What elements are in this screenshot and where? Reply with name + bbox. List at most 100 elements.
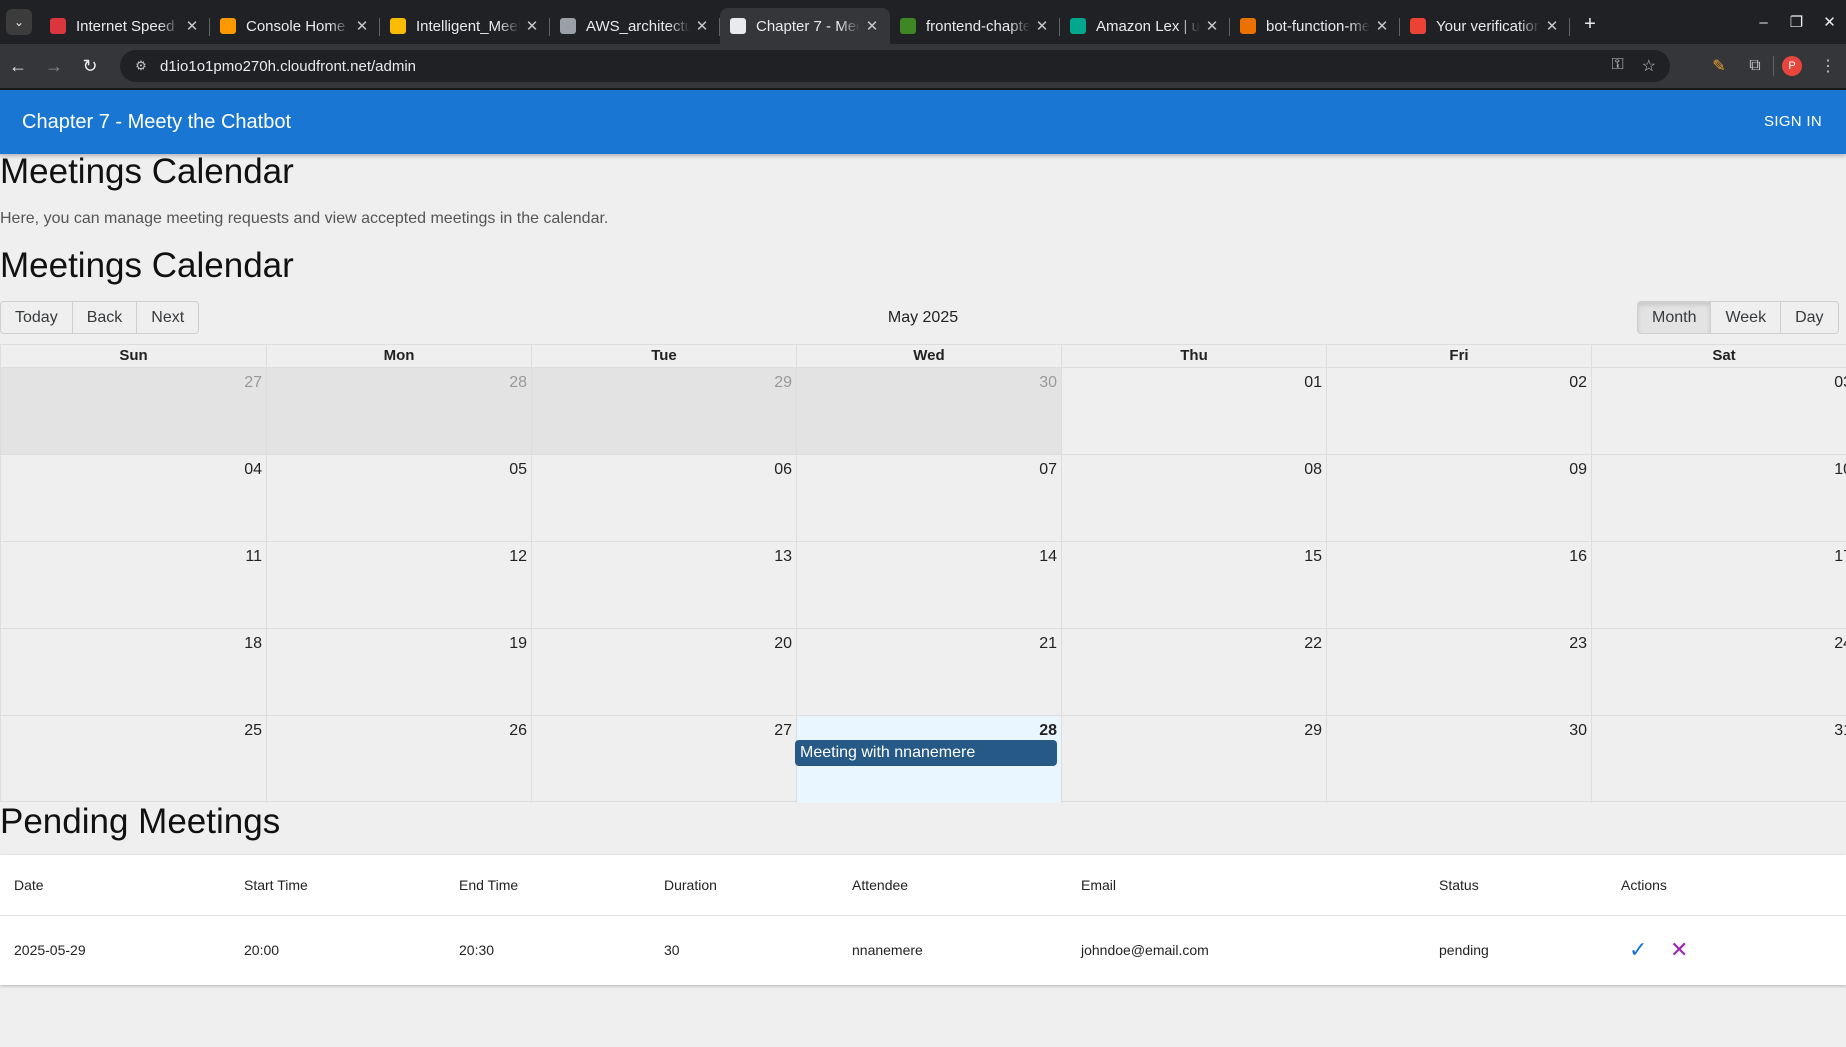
day-cell[interactable]: 20 bbox=[531, 629, 796, 715]
bookmark-star-icon[interactable]: ☆ bbox=[1642, 56, 1656, 76]
day-number[interactable]: 30 bbox=[1039, 374, 1057, 392]
day-number[interactable]: 18 bbox=[244, 635, 262, 653]
day-number[interactable]: 31 bbox=[1834, 722, 1846, 740]
forward-arrow-icon[interactable]: → bbox=[36, 56, 72, 77]
day-cell[interactable]: 05 bbox=[266, 455, 531, 541]
day-number[interactable]: 17 bbox=[1834, 548, 1846, 566]
day-cell[interactable]: 29 bbox=[1061, 716, 1326, 803]
day-cell[interactable]: 08 bbox=[1061, 455, 1326, 541]
day-cell[interactable]: 23 bbox=[1326, 629, 1591, 715]
day-cell[interactable]: 22 bbox=[1061, 629, 1326, 715]
day-cell[interactable]: 25 bbox=[1, 716, 266, 803]
profile-avatar[interactable]: P bbox=[1782, 56, 1802, 76]
day-number[interactable]: 11 bbox=[245, 548, 262, 566]
day-cell[interactable]: 12 bbox=[266, 542, 531, 628]
view-day-button[interactable]: Day bbox=[1781, 301, 1839, 334]
check-icon[interactable]: ✓ bbox=[1629, 938, 1647, 962]
day-cell[interactable]: 07 bbox=[796, 455, 1061, 541]
day-cell[interactable]: 27 bbox=[531, 716, 796, 803]
site-info-icon[interactable]: ⚙ bbox=[128, 58, 154, 74]
day-number[interactable]: 01 bbox=[1304, 374, 1322, 392]
url-text[interactable]: d1io1o1pmo270h.cloudfront.net/admin bbox=[160, 58, 416, 75]
day-number[interactable]: 04 bbox=[244, 461, 262, 479]
day-number[interactable]: 08 bbox=[1304, 461, 1322, 479]
day-number[interactable]: 12 bbox=[509, 548, 527, 566]
address-bar[interactable]: ⚙ d1io1o1pmo270h.cloudfront.net/admin ⚿ … bbox=[120, 50, 1670, 82]
day-number[interactable]: 29 bbox=[774, 374, 792, 392]
browser-tab[interactable]: Your verification ✕ bbox=[1400, 8, 1570, 44]
day-cell[interactable]: 02 bbox=[1326, 368, 1591, 454]
day-number[interactable]: 22 bbox=[1304, 635, 1322, 653]
day-number[interactable]: 24 bbox=[1834, 635, 1846, 653]
day-number[interactable]: 07 bbox=[1039, 461, 1057, 479]
day-cell[interactable]: 29 bbox=[531, 368, 796, 454]
day-number[interactable]: 05 bbox=[509, 461, 527, 479]
day-cell[interactable]: 31 bbox=[1591, 716, 1846, 803]
day-cell[interactable]: 04 bbox=[1, 455, 266, 541]
reload-icon[interactable]: ↻ bbox=[72, 56, 108, 77]
tab-close-icon[interactable]: ✕ bbox=[864, 17, 880, 35]
password-key-icon[interactable]: ⚿ bbox=[1611, 56, 1623, 76]
day-cell[interactable]: 06 bbox=[531, 455, 796, 541]
day-number[interactable]: 21 bbox=[1039, 635, 1057, 653]
maximize-icon[interactable]: ❐ bbox=[1780, 13, 1813, 31]
day-cell[interactable]: 15 bbox=[1061, 542, 1326, 628]
back-arrow-icon[interactable]: ← bbox=[0, 56, 36, 77]
day-cell[interactable]: 27 bbox=[1, 368, 266, 454]
tab-close-icon[interactable]: ✕ bbox=[524, 17, 540, 35]
browser-tab[interactable]: bot-function-me ✕ bbox=[1230, 8, 1400, 44]
new-tab-plus-icon[interactable]: + bbox=[1576, 13, 1604, 36]
day-number[interactable]: 19 bbox=[509, 635, 527, 653]
day-cell[interactable]: 30 bbox=[796, 368, 1061, 454]
browser-tab[interactable]: Internet Speed T ✕ bbox=[40, 8, 210, 44]
day-number[interactable]: 06 bbox=[774, 461, 792, 479]
tab-close-icon[interactable]: ✕ bbox=[694, 17, 710, 35]
day-cell[interactable]: 03 bbox=[1591, 368, 1846, 454]
minimize-icon[interactable]: – bbox=[1747, 14, 1780, 31]
browser-tab[interactable]: Console Home | ✕ bbox=[210, 8, 380, 44]
day-number[interactable]: 26 bbox=[509, 722, 527, 740]
day-cell[interactable]: 30 bbox=[1326, 716, 1591, 803]
day-number[interactable]: 27 bbox=[774, 722, 792, 740]
day-cell[interactable]: 14 bbox=[796, 542, 1061, 628]
tab-close-icon[interactable]: ✕ bbox=[184, 17, 200, 35]
day-number[interactable]: 20 bbox=[774, 635, 792, 653]
view-week-button[interactable]: Week bbox=[1711, 301, 1782, 334]
day-cell[interactable]: 21 bbox=[796, 629, 1061, 715]
browser-tab[interactable]: Intelligent_Meet ✕ bbox=[380, 8, 550, 44]
tab-close-icon[interactable]: ✕ bbox=[1034, 17, 1050, 35]
day-cell[interactable]: 28 bbox=[266, 368, 531, 454]
sign-in-button[interactable]: SIGN IN bbox=[1764, 90, 1822, 154]
day-cell[interactable]: 01 bbox=[1061, 368, 1326, 454]
day-cell[interactable]: 11 bbox=[1, 542, 266, 628]
day-number[interactable]: 09 bbox=[1569, 461, 1587, 479]
day-cell[interactable]: 10 bbox=[1591, 455, 1846, 541]
day-number[interactable]: 16 bbox=[1569, 548, 1587, 566]
day-number[interactable]: 14 bbox=[1039, 548, 1057, 566]
calendar-back-button[interactable]: Back bbox=[72, 301, 138, 334]
day-number[interactable]: 23 bbox=[1569, 635, 1587, 653]
day-number[interactable]: 27 bbox=[244, 374, 262, 392]
day-number[interactable]: 28 bbox=[1039, 722, 1057, 740]
browser-tab[interactable]: Chapter 7 - Meety✕ bbox=[720, 8, 890, 44]
extensions-puzzle-icon[interactable]: ⧉ bbox=[1737, 57, 1773, 75]
extension-pen-icon[interactable]: ✎ bbox=[1701, 56, 1737, 76]
day-number[interactable]: 13 bbox=[774, 548, 792, 566]
day-cell[interactable]: 16 bbox=[1326, 542, 1591, 628]
day-number[interactable]: 28 bbox=[509, 374, 527, 392]
calendar-next-button[interactable]: Next bbox=[137, 301, 200, 334]
day-cell[interactable]: 19 bbox=[266, 629, 531, 715]
browser-tab[interactable]: Amazon Lex | us ✕ bbox=[1060, 8, 1230, 44]
calendar-event[interactable]: Meeting with nnanemere bbox=[795, 740, 1057, 766]
tab-close-icon[interactable]: ✕ bbox=[354, 17, 370, 35]
calendar-today-button[interactable]: Today bbox=[0, 301, 73, 334]
day-number[interactable]: 30 bbox=[1569, 722, 1587, 740]
tab-search-chevron-down-icon[interactable]: ⌄ bbox=[6, 9, 32, 35]
view-month-button[interactable]: Month bbox=[1637, 301, 1712, 334]
day-cell[interactable]: 26 bbox=[266, 716, 531, 803]
browser-menu-icon[interactable]: ⋮ bbox=[1810, 56, 1846, 76]
day-cell[interactable]: 24 bbox=[1591, 629, 1846, 715]
tab-close-icon[interactable]: ✕ bbox=[1544, 17, 1560, 35]
day-number[interactable]: 10 bbox=[1834, 461, 1846, 479]
tab-close-icon[interactable]: ✕ bbox=[1204, 17, 1220, 35]
